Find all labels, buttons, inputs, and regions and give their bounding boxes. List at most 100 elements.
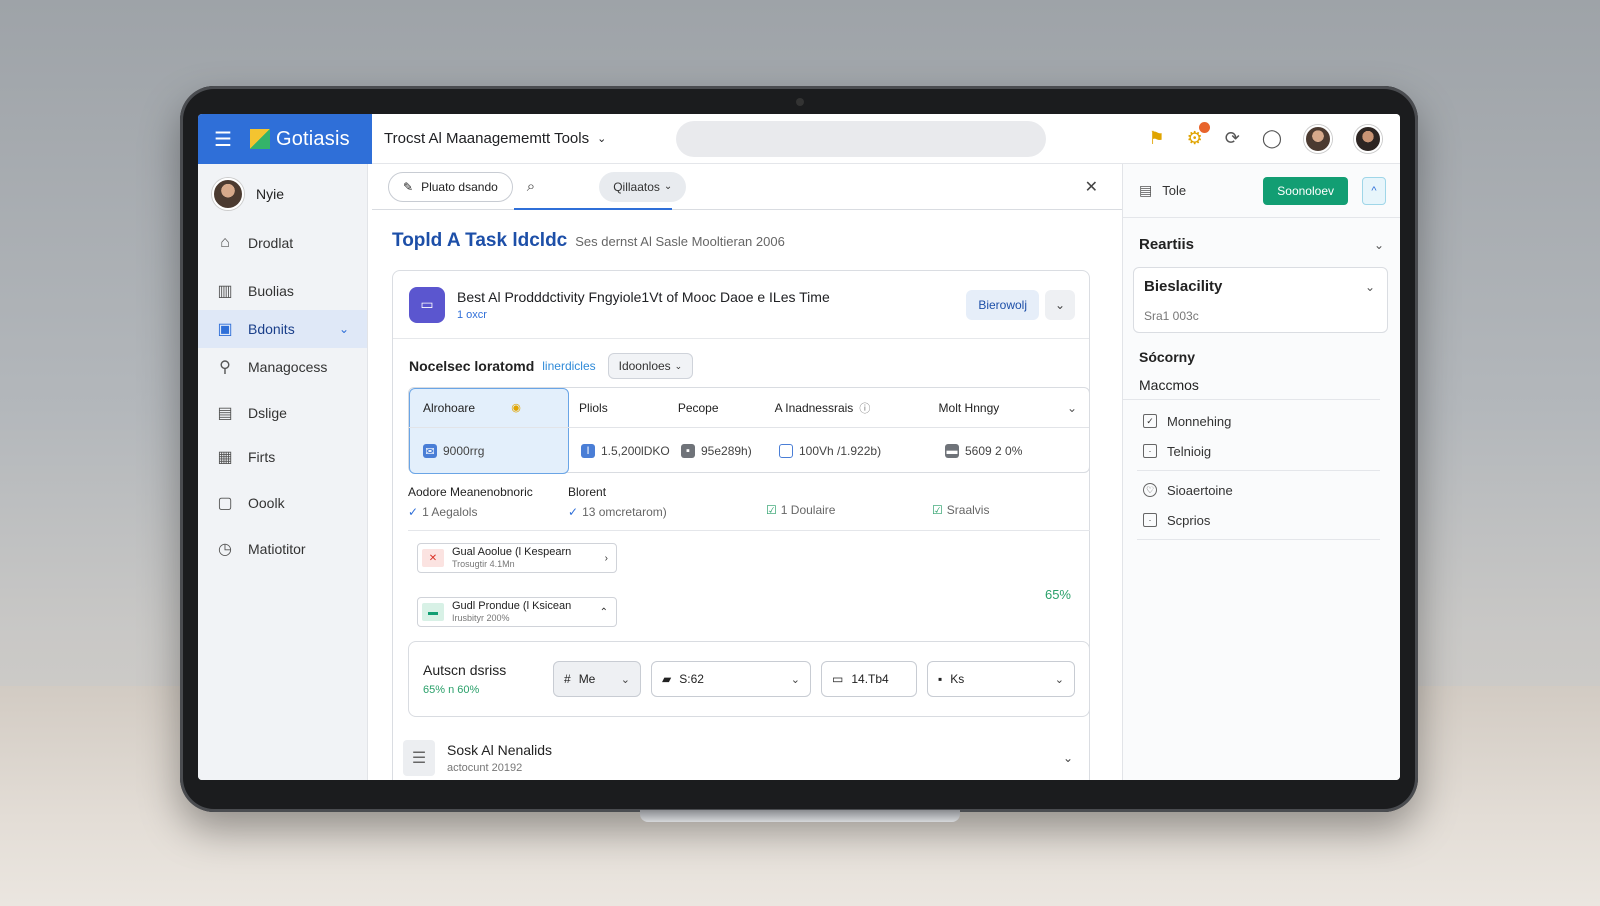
topbar-icons: ⚑ ⚙ ⟳ ◯ xyxy=(1148,122,1382,153)
building-icon: ▥ xyxy=(217,283,233,300)
table-header-cell[interactable]: Pliols xyxy=(579,401,678,415)
status-line: ☑ 1 Doulaire xyxy=(766,503,932,517)
right-panel-item[interactable]: ✓ Monnehing xyxy=(1123,406,1400,436)
chevron-down-icon: ⌄ xyxy=(338,322,349,336)
header-label: Molt Hnngy xyxy=(938,400,1000,415)
section-heading: Reartiis xyxy=(1139,236,1195,253)
tab-label: Qillaatos xyxy=(613,179,660,194)
list-icon: ☰ xyxy=(403,740,435,776)
sidebar-item-charts[interactable]: ▦ Firts xyxy=(198,438,367,476)
close-icon[interactable]: ✕ xyxy=(1085,177,1098,197)
sidebar-item-buildings[interactable]: ▥ Buolias xyxy=(198,272,367,310)
sidebar-item-clipboard[interactable]: ▢ Ooolk xyxy=(198,484,367,522)
chevron-down-icon[interactable]: ⌄ xyxy=(1045,289,1075,320)
status-dot-icon: ◉ xyxy=(511,402,521,414)
section-header: Nocelsec loratomd linerdicles Idoonloes ⌄ xyxy=(393,339,1089,379)
right-panel-toolbar: ▤ Tole Soonoloev ^ xyxy=(1123,164,1400,218)
list-item[interactable]: ☰ Sosk Al Nenalids actocunt 20192 ⌄ xyxy=(399,733,1085,780)
section-dropdown-label: Idoonloes xyxy=(618,359,671,373)
chevron-down-icon: ⌄ xyxy=(790,673,800,686)
message-select[interactable]: ▪ Ks ⌄ xyxy=(927,661,1075,697)
sidebar-item-label: Ooolk xyxy=(248,495,285,511)
section-reports[interactable]: Reartiis ⌄ xyxy=(1123,218,1400,253)
workspace-selector[interactable]: Trocst Al Maanagememtt Tools ⌄ xyxy=(384,130,606,147)
card-subtext: Sra1 003c xyxy=(1144,309,1199,323)
user-profile[interactable]: Nyie xyxy=(198,164,367,224)
document-icon: ▤ xyxy=(217,405,233,422)
controls-title: Autscn dsriss xyxy=(423,662,507,678)
right-panel-item[interactable]: ♡ Sioaertoine xyxy=(1123,475,1400,505)
avatar[interactable] xyxy=(1354,124,1382,153)
chat-icon[interactable]: ◯ xyxy=(1262,128,1282,149)
storage-icon: ▬ xyxy=(945,444,959,458)
right-panel-item[interactable]: · Scprios xyxy=(1123,505,1400,535)
status-title: Aodore Meanenobnoric xyxy=(408,485,533,499)
mini-card[interactable]: ▬ Gudl Prondue (l Ksicean Irusbityr 200% … xyxy=(417,597,617,627)
sidebar-item-dashboard[interactable]: ▣ Bdonits ⌄ xyxy=(198,310,367,348)
doc-icon: I xyxy=(581,444,595,458)
avatar[interactable] xyxy=(1304,124,1332,153)
checkbox-icon xyxy=(779,444,793,458)
checkbox-icon: ✓ xyxy=(1143,414,1157,428)
card-heading: Bieslacility xyxy=(1144,278,1223,295)
cell-value: 1.5,200lDKO xyxy=(601,444,670,458)
item-label: Monnehing xyxy=(1167,413,1232,429)
header-label: Pliols xyxy=(579,400,608,415)
browse-button[interactable]: Bierowolj xyxy=(966,289,1039,320)
hash-select[interactable]: # Me ⌄ xyxy=(553,661,641,697)
section-title: Nocelsec loratomd xyxy=(409,358,535,374)
megaphone-icon[interactable]: ⚑ xyxy=(1148,128,1164,149)
calendar-icon: ▭ xyxy=(832,672,844,686)
status-text: 1 Aegalols xyxy=(422,505,478,519)
status-text: 13 omcretarom) xyxy=(582,505,667,519)
section-link[interactable]: linerdicles xyxy=(542,359,595,373)
primary-button[interactable]: Soonoloev xyxy=(1263,176,1348,205)
status-title: Blorent xyxy=(568,485,607,499)
item-label: Scprios xyxy=(1167,512,1211,528)
sync-icon[interactable]: ⟳ xyxy=(1225,128,1240,149)
hamburger-menu-icon[interactable]: ☰ xyxy=(214,127,232,152)
table-header-cell[interactable]: Alrohoare ◉ xyxy=(409,401,579,415)
chevron-down-icon[interactable]: ⌄ xyxy=(1067,401,1077,415)
card-dropdown: Bierowolj ⌄ xyxy=(966,289,1075,320)
panel-icon: ▤ xyxy=(1139,182,1153,198)
table-cell: ▪ 95e289h) xyxy=(681,444,779,458)
new-button-label: Pluato dsando xyxy=(421,179,498,194)
tab-active[interactable]: Qillaatos ⌄ xyxy=(599,171,687,202)
sidebar-item-manage[interactable]: ⚲ Managocess xyxy=(198,348,367,386)
sidebar-item-documents[interactable]: ▤ Dslige xyxy=(198,394,367,432)
chevron-down-icon: ⌄ xyxy=(597,133,607,145)
mini-card[interactable]: ✕ Gual Aoolue (l Kespearn Trosugtir 4.1Mn… xyxy=(417,543,617,573)
sidebar-item-label: Managocess xyxy=(248,359,328,375)
table-header-cell[interactable]: A Inadnessrais ⓘ xyxy=(775,400,939,416)
card-header-text: Best Al Prodddctivity Fngyiole1Vt of Moo… xyxy=(457,289,830,321)
search-icon[interactable]: ⌕ xyxy=(527,178,535,195)
sidebar-item-label: Matiotitor xyxy=(248,541,306,557)
clock-icon: ◷ xyxy=(218,541,232,558)
table-header-cell[interactable]: Molt Hnngy xyxy=(939,401,1067,415)
collapse-icon[interactable]: ^ xyxy=(1362,176,1386,205)
page-header: Topld A Task ldcldc Ses dernst Al Sasle … xyxy=(392,230,1122,252)
sidebar-item-monitor[interactable]: ◷ Matiotitor xyxy=(198,530,367,568)
workspace-title: Trocst Al Maanagememtt Tools xyxy=(384,130,590,147)
table-cell: ▬ 5609 2 0% xyxy=(945,444,1075,458)
right-panel-card[interactable]: Bieslacility Sra1 003c ⌄ xyxy=(1133,267,1388,333)
search-input[interactable] xyxy=(676,120,1047,157)
chevron-down-icon[interactable]: ⌄ xyxy=(1063,751,1073,765)
sidebar-item-home[interactable]: ⌂ Drodlat xyxy=(198,224,367,262)
mini-card-sub: Trosugtir 4.1Mn xyxy=(452,559,515,569)
table-header-cell[interactable]: Pecope xyxy=(678,401,775,415)
notifications-icon[interactable]: ⚙ xyxy=(1187,122,1210,149)
item-label: Telnioig xyxy=(1167,443,1212,459)
section-dropdown[interactable]: Idoonloes ⌄ xyxy=(607,353,694,379)
controls-panel: Autscn dsriss 65% n 60% # Me ⌄ ▰ S:62 ⌄ ▭ 14.… xyxy=(408,641,1090,717)
table-cell: 100Vh /1.922b) xyxy=(779,444,945,458)
status-item: ☑ 1 Doulaire xyxy=(766,481,932,530)
status-line: ✓ 13 omcretarom) xyxy=(568,505,766,519)
right-panel-item[interactable]: · Telnioig xyxy=(1123,436,1400,466)
time-select[interactable]: ▰ S:62 ⌄ xyxy=(651,661,811,697)
toolbar: ✎ Pluato dsando ⌕ Qillaatos ⌄ ✕ xyxy=(372,164,1122,210)
calendar-field[interactable]: ▭ 14.Tb4 xyxy=(821,661,917,697)
new-button[interactable]: ✎ Pluato dsando xyxy=(388,171,513,202)
app-window: ☰ Gotiasis Trocst Al Maanagememtt Tools … xyxy=(198,114,1400,780)
